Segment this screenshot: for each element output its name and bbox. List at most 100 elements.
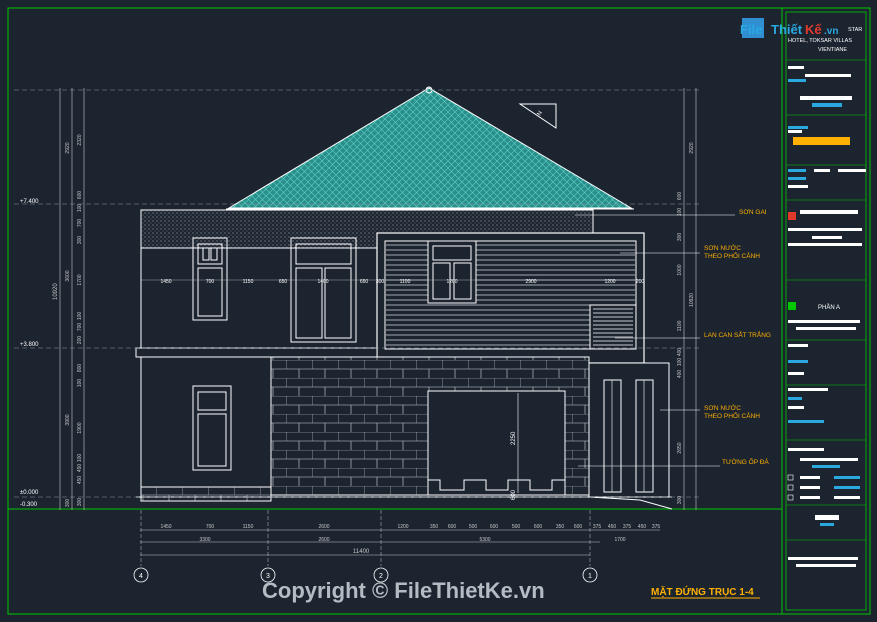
dim-text: 200	[636, 279, 645, 285]
dim-text: 2900	[525, 279, 536, 285]
dim-text: 1150	[243, 524, 254, 530]
title-block-text-bar	[800, 476, 820, 479]
dim-text: 1400	[317, 279, 328, 285]
title-block-text-bar	[788, 177, 806, 180]
annotation-label: SƠN GAI	[739, 209, 767, 216]
title-block-text-bar	[788, 388, 828, 391]
dim-text: 650	[360, 279, 369, 285]
dim-text: 700	[77, 323, 83, 332]
drawing-title: MẶT ĐỨNG TRỤC 1-4	[651, 585, 754, 598]
dim-text: 1700	[614, 537, 625, 543]
dim-text: 500	[512, 524, 521, 530]
dim-text: 600	[490, 524, 499, 530]
dim-text: 2650	[677, 442, 683, 453]
dim-text: 300	[65, 499, 71, 508]
title-block-text-bar	[788, 130, 802, 133]
title-block-text-bar	[788, 243, 862, 246]
title-block-text-bar	[815, 515, 839, 520]
dims-right-inner: 600100300100011004001004002650300	[677, 192, 683, 505]
dim-text: 1200	[446, 279, 457, 285]
dim-text: 600	[677, 192, 683, 201]
annotations: SƠN GAI SƠN NƯỚC THEO PHỐI CẢNH LAN CAN …	[704, 209, 771, 466]
dim-text: 650	[279, 279, 288, 285]
grid-axes: 4321	[133, 510, 598, 583]
dim-text: 3600	[65, 270, 71, 281]
dim-text: 350	[430, 524, 439, 530]
dim-text: 4	[139, 573, 143, 580]
title-block-text-bar	[800, 486, 820, 489]
dim-text: 3300	[199, 537, 210, 543]
dim-text: 600	[574, 524, 583, 530]
dim-text: 375	[623, 524, 632, 530]
dim-text: 1450	[160, 279, 171, 285]
floor-slab	[135, 347, 378, 358]
title-block-text-bar	[788, 397, 802, 400]
dim-text: 400	[677, 370, 683, 379]
garage-opening	[427, 390, 566, 496]
dim-text: 800	[77, 364, 83, 373]
title-line2: HOTEL, TOKSAR VILLAS	[788, 38, 852, 44]
title-block-text-bar	[796, 564, 856, 567]
title-block-text-bar	[800, 210, 858, 214]
dim-text: 2320	[77, 134, 83, 145]
dim-text: 450	[638, 524, 647, 530]
title-block-text-bar	[788, 360, 808, 363]
dim-text: 500	[469, 524, 478, 530]
dim-text: 10920	[689, 293, 695, 307]
dim-text: 700	[77, 219, 83, 228]
dim-text: 1100	[677, 320, 683, 331]
dims-bottom-row1: 1450 700 1150 2600 1200 350 600 500 600 500 600 350…	[160, 524, 660, 530]
level-marks: +7.400 +3.800 ±0.000 -0.300	[20, 199, 39, 508]
dim-text: 1700	[77, 274, 83, 285]
dim-text: 400	[677, 348, 683, 357]
annotation-label: SƠN NƯỚC	[704, 243, 741, 252]
dim-text: 2920	[65, 142, 71, 153]
title-line3: VIENTIANE	[818, 47, 847, 53]
title-block-text-bar	[812, 465, 840, 468]
dim-text: 1150	[243, 279, 254, 285]
title-block-text-bar	[788, 228, 862, 231]
title-block-text-bar	[796, 327, 856, 330]
level-mark: +3.800	[20, 342, 39, 348]
annotation-label: TƯỜNG ỐP ĐÁ	[722, 456, 769, 466]
dim-text: 600	[448, 524, 457, 530]
dim-text: 1200	[604, 279, 615, 285]
upper-floor-wall	[140, 247, 378, 349]
dim-text: 300	[677, 496, 683, 505]
logo-file: File	[740, 22, 762, 37]
dim-text: 100	[77, 204, 83, 213]
title-block-text-bar	[788, 344, 808, 347]
dim-text: 1	[588, 573, 592, 580]
title-block-text-bar	[788, 557, 858, 560]
dim-bottom-total: 11400	[353, 549, 370, 555]
title-block-text-bar	[800, 96, 852, 100]
ground-floor-wall-left	[140, 356, 272, 488]
title-block-text-bar	[788, 126, 808, 129]
dim-text: 375	[593, 524, 602, 530]
balcony-railing	[589, 304, 637, 350]
dim-text: 200	[77, 336, 83, 345]
steps	[588, 496, 673, 510]
watermark: Copyright © FileThietKe.vn	[262, 578, 545, 603]
dim-text: 450	[77, 476, 83, 485]
dim-text: 700	[206, 279, 215, 285]
dim-text: 2600	[318, 537, 329, 543]
title-block-text-bar	[788, 169, 806, 172]
title-block-text-bar	[800, 458, 858, 461]
dim-text: 100	[77, 454, 83, 463]
title-block-text-bar	[788, 320, 860, 323]
dim-text: 2600	[318, 524, 329, 530]
annotation-label: SƠN NƯỚC	[704, 403, 741, 412]
level-mark: -0.300	[20, 502, 38, 508]
title-block-text-bar	[834, 476, 860, 479]
dim-text: 300	[677, 233, 683, 242]
elevation-drawing: N +7.400 +3.800 ±0.000 -0.300 2920360039…	[7, 7, 871, 615]
title-block-text-bar	[812, 236, 842, 239]
title-block-text-bar	[788, 185, 808, 188]
dims-left-inner: 2320 600 100 700 300 1700 100 700 200 800 100 1900 1…	[77, 134, 83, 506]
filethietke-logo: File Thiết Kế .vn	[740, 18, 838, 38]
title-block-text-bar	[788, 79, 806, 82]
dim-text: 1000	[677, 264, 683, 275]
title-block-text-bar	[814, 169, 830, 172]
title-block-text-bar	[788, 372, 804, 375]
